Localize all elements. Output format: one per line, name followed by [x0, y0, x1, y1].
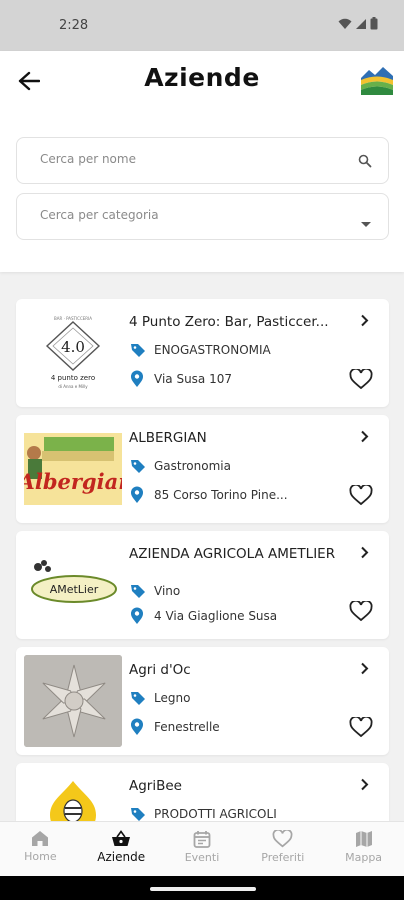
bottom-tab-bar: Home Aziende Eventi Preferiti Mappa	[0, 821, 404, 876]
logo-albergian-text: Albergian	[24, 469, 122, 494]
search-input[interactable]: Cerca per nome	[16, 137, 389, 184]
status-bar: 2:28	[0, 0, 404, 51]
tab-eventi[interactable]: Eventi	[162, 822, 243, 876]
company-category: PRODOTTI AGRICOLI	[130, 806, 277, 822]
status-time: 2:28	[59, 18, 89, 33]
location-pin-icon	[130, 607, 148, 625]
battery-icon	[370, 17, 378, 30]
location-pin-icon	[130, 486, 148, 504]
location-pin-icon	[130, 718, 148, 736]
tab-label: Mappa	[345, 851, 383, 864]
company-category: Legno	[130, 690, 190, 706]
tab-label: Aziende	[97, 850, 146, 864]
category-label: Gastronomia	[154, 459, 231, 473]
heart-icon	[272, 830, 293, 848]
category-label: PRODOTTI AGRICOLI	[154, 807, 277, 821]
category-label: ENOGASTRONOMIA	[154, 343, 271, 357]
category-label: Vino	[154, 584, 181, 598]
home-icon	[32, 831, 49, 846]
app-logo	[360, 64, 394, 96]
logo-4puntozero-mark: 4.0	[61, 338, 85, 356]
company-card[interactable]: Albergian ALBERGIAN Gastronomia 85 Corso…	[16, 415, 389, 523]
company-category: Gastronomia	[130, 458, 231, 474]
chevron-right-icon[interactable]	[360, 544, 369, 563]
company-name: ALBERGIAN	[129, 430, 207, 446]
address-label: Via Susa 107	[154, 372, 232, 386]
status-icons	[338, 17, 378, 30]
map-icon	[355, 831, 372, 847]
favorite-heart-icon[interactable]	[349, 599, 373, 626]
system-navigation-bar	[0, 876, 404, 900]
tab-mappa[interactable]: Mappa	[323, 822, 404, 876]
chevron-right-icon[interactable]	[360, 776, 369, 795]
address-label: 85 Corso Torino Pine...	[154, 488, 288, 502]
signal-icon	[356, 18, 366, 29]
company-address: 4 Via Giaglione Susa	[130, 607, 277, 625]
tab-label: Eventi	[184, 851, 220, 864]
company-name: 4 Punto Zero: Bar, Pasticcer...	[129, 314, 329, 330]
search-placeholder: Cerca per nome	[40, 152, 136, 166]
chevron-right-icon[interactable]	[360, 428, 369, 447]
tab-label: Preferiti	[261, 851, 305, 864]
favorite-heart-icon[interactable]	[349, 715, 373, 742]
company-category: ENOGASTRONOMIA	[130, 342, 271, 358]
basket-icon	[112, 830, 131, 846]
category-label: Legno	[154, 691, 191, 705]
chevron-right-icon[interactable]	[360, 312, 369, 331]
search-icon	[358, 153, 372, 172]
tag-icon	[130, 690, 148, 706]
favorite-heart-icon[interactable]	[349, 367, 373, 394]
home-gesture-handle[interactable]	[150, 887, 256, 891]
company-address: 85 Corso Torino Pine...	[130, 486, 288, 504]
favorite-heart-icon[interactable]	[349, 483, 373, 510]
address-label: Fenestrelle	[154, 720, 220, 734]
svg-text:BAR · PASTICCERIA: BAR · PASTICCERIA	[54, 316, 92, 321]
company-name: Agri d'Oc	[129, 662, 191, 678]
logo-ametlier-text: AMetLier	[50, 583, 99, 596]
category-select[interactable]: Cerca per categoria	[16, 193, 389, 240]
chevron-right-icon[interactable]	[360, 660, 369, 679]
logo-4puntozero-caption: 4 punto zero	[51, 374, 95, 382]
company-logo-albergian: Albergian	[24, 423, 122, 515]
address-label: 4 Via Giaglione Susa	[154, 609, 278, 623]
company-logo-4puntozero: BAR · PASTICCERIA 4.0 4 punto zero di An…	[24, 307, 122, 399]
company-card[interactable]: Agri d'Oc Legno Fenestrelle	[16, 647, 389, 755]
tab-home[interactable]: Home	[0, 822, 81, 876]
category-placeholder: Cerca per categoria	[40, 208, 159, 222]
location-pin-icon	[130, 370, 148, 388]
tab-label: Home	[24, 850, 57, 863]
dropdown-arrow-icon	[360, 213, 372, 232]
company-photo-agridoc	[24, 655, 122, 747]
calendar-icon	[193, 831, 211, 848]
company-category: Vino	[130, 583, 180, 599]
company-name: AgriBee	[129, 778, 182, 794]
tag-icon	[130, 583, 148, 599]
company-name: AZIENDA AGRICOLA AMETLIER	[129, 546, 336, 562]
tag-icon	[130, 458, 148, 474]
tag-icon	[130, 806, 148, 822]
logo-4puntozero-small: di Anna e Milly	[58, 384, 88, 389]
page-header: Aziende Cerca per nome Cerca per categor…	[0, 51, 404, 272]
company-card[interactable]: BAR · PASTICCERIA 4.0 4 punto zero di An…	[16, 299, 389, 407]
company-address: Via Susa 107	[130, 370, 232, 388]
page-title: Aziende	[144, 63, 260, 92]
tab-preferiti[interactable]: Preferiti	[242, 822, 323, 876]
wifi-icon	[338, 18, 352, 29]
company-logo-ametlier: AMetLier	[24, 539, 122, 631]
tab-aziende[interactable]: Aziende	[81, 822, 162, 876]
company-card[interactable]: AMetLier AZIENDA AGRICOLA AMETLIER Vino …	[16, 531, 389, 639]
company-address: Fenestrelle	[130, 718, 220, 736]
tag-icon	[130, 342, 148, 358]
